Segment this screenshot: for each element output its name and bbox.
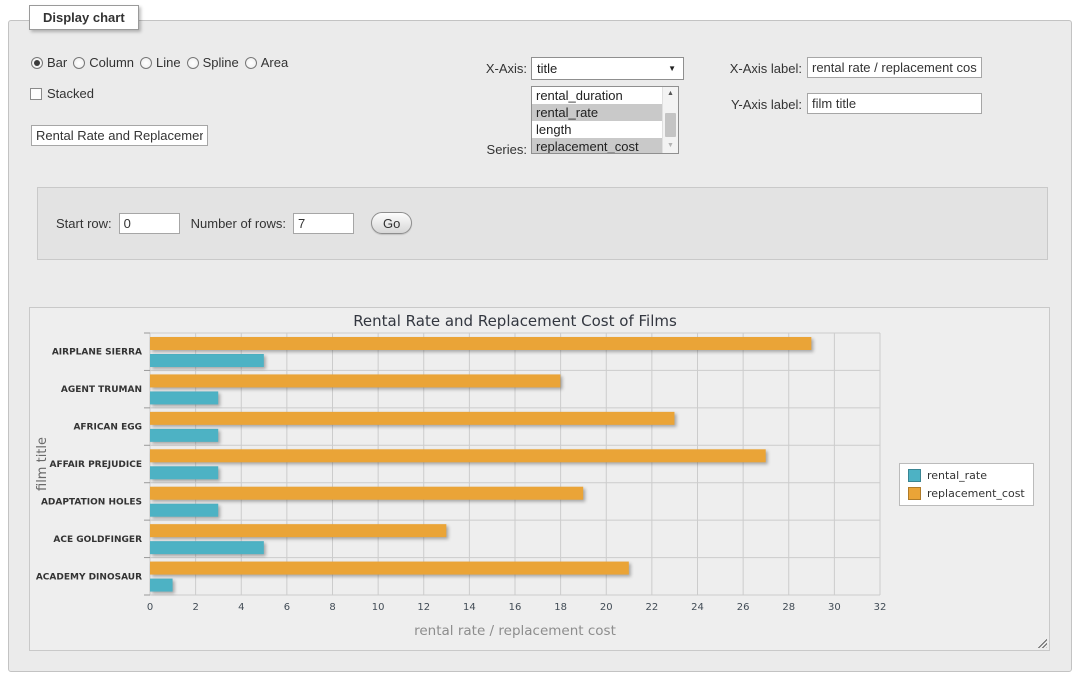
radio-option-bar[interactable]: Bar	[31, 55, 67, 70]
chart-title-input[interactable]	[31, 125, 208, 146]
radio-label: Area	[261, 55, 288, 70]
rental_rate-bar	[150, 354, 264, 367]
category-label: AFFAIR PREJUDICE	[49, 460, 142, 470]
x-tick-label: 28	[782, 602, 795, 613]
chart-container: 02468101214161820222426283032AIRPLANE SI…	[29, 307, 1050, 651]
radio-icon[interactable]	[31, 57, 43, 69]
fieldset-legend: Display chart	[29, 5, 139, 30]
x-tick-label: 12	[417, 602, 430, 613]
radio-icon[interactable]	[245, 57, 257, 69]
row-controls-panel: Start row: Number of rows: Go	[37, 187, 1048, 260]
category-label: ACE GOLDFINGER	[53, 535, 142, 545]
y-axis-label-input[interactable]	[807, 93, 982, 114]
x-tick-label: 22	[646, 602, 659, 613]
x-tick-label: 6	[284, 602, 290, 613]
scrollbar-thumb[interactable]	[665, 113, 676, 137]
radio-label: Spline	[203, 55, 239, 70]
series-option-rental_rate[interactable]: rental_rate	[532, 104, 662, 121]
x-tick-label: 14	[463, 602, 476, 613]
chart-legend: rental_rate replacement_cost	[899, 463, 1034, 506]
x-tick-label: 24	[691, 602, 704, 613]
x-axis-label-label: X-Axis label:	[649, 61, 802, 76]
radio-icon[interactable]	[73, 57, 85, 69]
start-row-input[interactable]	[119, 213, 180, 234]
x-tick-label: 20	[600, 602, 613, 613]
category-label: AGENT TRUMAN	[61, 385, 142, 395]
scroll-down-icon[interactable]: ▼	[663, 139, 678, 153]
legend-swatch	[908, 469, 921, 482]
rental_rate-bar	[150, 429, 218, 442]
series-option-rental_duration[interactable]: rental_duration	[532, 87, 662, 104]
replacement_cost-bar	[150, 374, 560, 387]
stacked-checkbox[interactable]	[30, 88, 42, 100]
rental_rate-bar	[150, 466, 218, 479]
radio-option-column[interactable]: Column	[73, 55, 134, 70]
legend-label: replacement_cost	[927, 487, 1025, 500]
replacement_cost-bar	[150, 449, 766, 462]
replacement_cost-bar	[150, 412, 674, 425]
x-tick-label: 8	[329, 602, 335, 613]
radio-label: Column	[89, 55, 134, 70]
display-chart-fieldset: Display chart BarColumnLineSplineArea St…	[8, 20, 1072, 672]
series-option-length[interactable]: length	[532, 121, 662, 138]
x-tick-label: 18	[554, 602, 567, 613]
x-tick-label: 0	[147, 602, 153, 613]
x-tick-label: 2	[192, 602, 198, 613]
category-label: ADAPTATION HOLES	[41, 497, 142, 507]
x-tick-label: 32	[874, 602, 887, 613]
radio-icon[interactable]	[140, 57, 152, 69]
rental_rate-bar	[150, 391, 218, 404]
start-row-label: Start row:	[56, 216, 112, 231]
x-axis-select-value: title	[537, 61, 557, 76]
gridlines	[144, 333, 880, 595]
x-tick-label: 4	[238, 602, 244, 613]
chart-title: Rental Rate and Replacement Cost of Film…	[353, 312, 677, 330]
x-tick-label: 10	[372, 602, 385, 613]
chart-type-radio-group: Bar Column Line Spline Area	[31, 55, 288, 70]
x-axis-title: rental rate / replacement cost	[414, 623, 616, 639]
legend-swatch	[908, 487, 921, 500]
bars	[150, 337, 811, 592]
stacked-checkbox-row[interactable]: Stacked	[30, 86, 94, 101]
legend-item-replacement_cost[interactable]: replacement_cost	[908, 487, 1025, 500]
go-button[interactable]: Go	[371, 212, 412, 234]
rental_rate-bar	[150, 579, 173, 592]
number-of-rows-input[interactable]	[293, 213, 354, 234]
y-axis-title: film title	[35, 437, 50, 491]
bar-chart: 02468101214161820222426283032AIRPLANE SI…	[30, 308, 1049, 650]
replacement_cost-bar	[150, 562, 629, 575]
x-tick-label: 26	[737, 602, 750, 613]
radio-option-line[interactable]: Line	[140, 55, 181, 70]
radio-option-area[interactable]: Area	[245, 55, 288, 70]
x-tick-label: 30	[828, 602, 841, 613]
replacement_cost-bar	[150, 337, 811, 350]
radio-label: Line	[156, 55, 181, 70]
series-option-replacement_cost[interactable]: replacement_cost	[532, 138, 662, 153]
x-axis-select-label: X-Axis:	[409, 61, 527, 76]
series-options: rental_durationrental_ratelengthreplacem…	[532, 87, 662, 153]
replacement_cost-bar	[150, 524, 446, 537]
radio-option-spline[interactable]: Spline	[187, 55, 239, 70]
replacement_cost-bar	[150, 487, 583, 500]
legend-item-rental_rate[interactable]: rental_rate	[908, 469, 1025, 482]
category-label: AFRICAN EGG	[73, 423, 142, 433]
x-tick-label: 16	[509, 602, 522, 613]
series-label: Series:	[409, 142, 527, 157]
legend-label: rental_rate	[927, 469, 987, 482]
category-label: ACADEMY DINOSAUR	[36, 572, 142, 582]
y-axis-label-label: Y-Axis label:	[649, 97, 802, 112]
radio-label: Bar	[47, 55, 67, 70]
rental_rate-bar	[150, 541, 264, 554]
stacked-label: Stacked	[47, 86, 94, 101]
rental_rate-bar	[150, 504, 218, 517]
x-axis-label-input[interactable]	[807, 57, 982, 78]
number-of-rows-label: Number of rows:	[191, 216, 286, 231]
category-label: AIRPLANE SIERRA	[52, 348, 142, 358]
radio-icon[interactable]	[187, 57, 199, 69]
